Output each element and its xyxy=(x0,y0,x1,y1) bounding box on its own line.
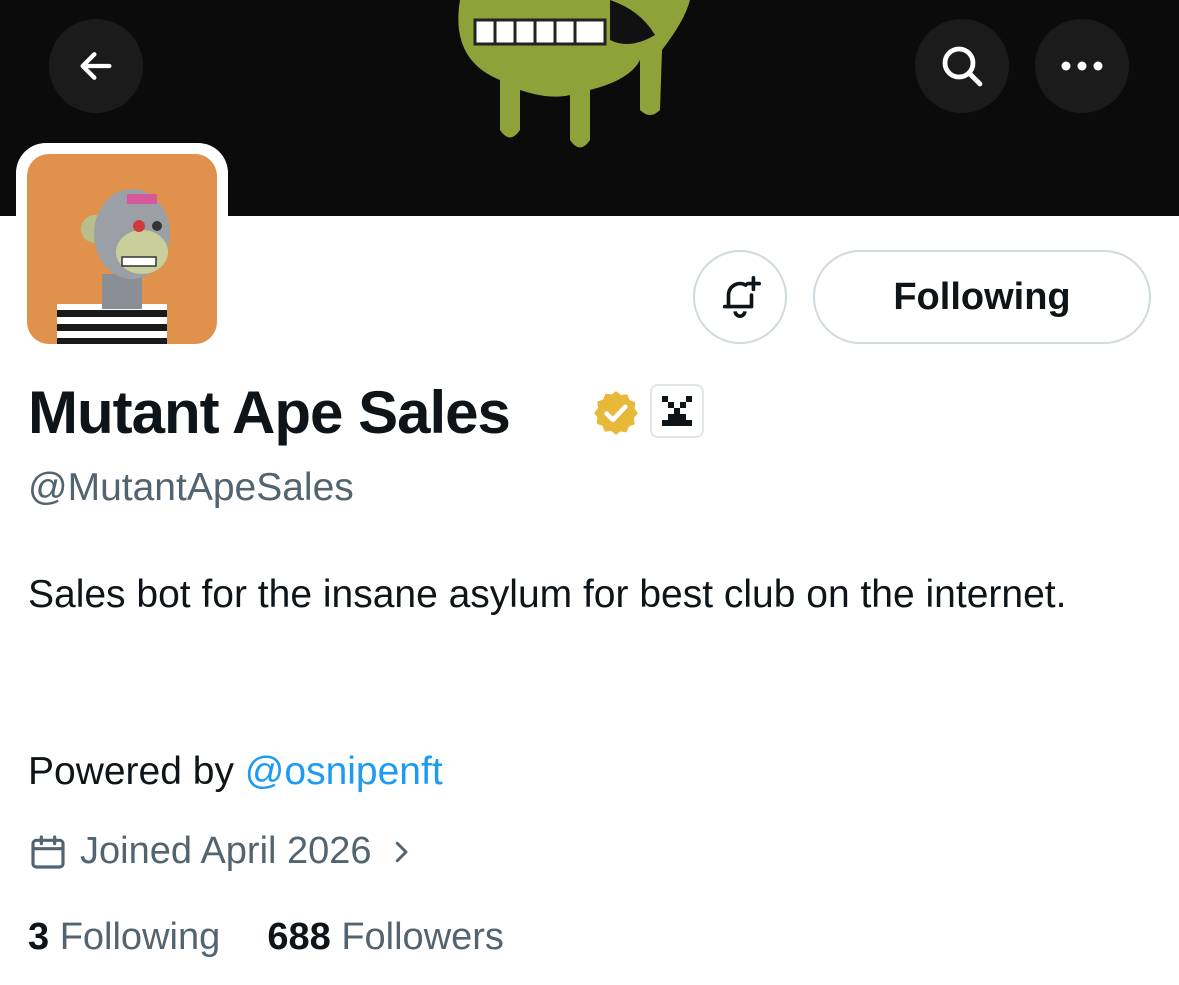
osnipenft-link[interactable]: @osnipenft xyxy=(245,750,443,793)
followers-count: 688 xyxy=(267,916,331,958)
affiliate-badge[interactable] xyxy=(650,384,704,438)
following-stat[interactable]: 3 Following xyxy=(28,916,220,958)
powered-by-line: Powered by @osnipenft xyxy=(28,750,443,794)
arrow-left-icon xyxy=(80,52,112,80)
powered-by-text: Powered by xyxy=(28,750,245,793)
chevron-right-icon xyxy=(395,841,408,862)
joined-date-row[interactable]: Joined April 2026 xyxy=(28,830,416,873)
avatar-frame[interactable] xyxy=(16,143,228,355)
back-button[interactable] xyxy=(49,19,143,113)
notifications-button[interactable] xyxy=(693,250,787,344)
search-icon xyxy=(942,46,983,87)
mutant-ape-avatar-art xyxy=(57,189,170,344)
profile-handle: @MutantApeSales xyxy=(28,466,354,509)
search-button[interactable] xyxy=(915,19,1009,113)
follow-stats: 3 Following 688 Followers xyxy=(28,916,504,959)
more-horizontal-icon xyxy=(1061,61,1103,71)
profile-display-name: Mutant Ape Sales xyxy=(28,379,511,446)
profile-bio: Sales bot for the insane asylum for best… xyxy=(28,573,1067,616)
avatar[interactable] xyxy=(27,154,217,344)
joined-date-text: Joined April 2026 xyxy=(80,830,372,872)
followers-label: Followers xyxy=(341,916,504,958)
gold-verified-icon xyxy=(594,391,638,435)
more-options-button[interactable] xyxy=(1035,19,1129,113)
affiliate-logo-icon xyxy=(662,396,692,426)
following-button[interactable]: Following xyxy=(813,250,1151,344)
bell-plus-icon xyxy=(722,276,761,318)
following-label: Following xyxy=(59,916,221,958)
followers-stat[interactable]: 688 Followers xyxy=(267,916,504,958)
banner-skull-art xyxy=(458,0,690,148)
following-count: 3 xyxy=(28,916,50,958)
calendar-icon xyxy=(31,834,65,869)
